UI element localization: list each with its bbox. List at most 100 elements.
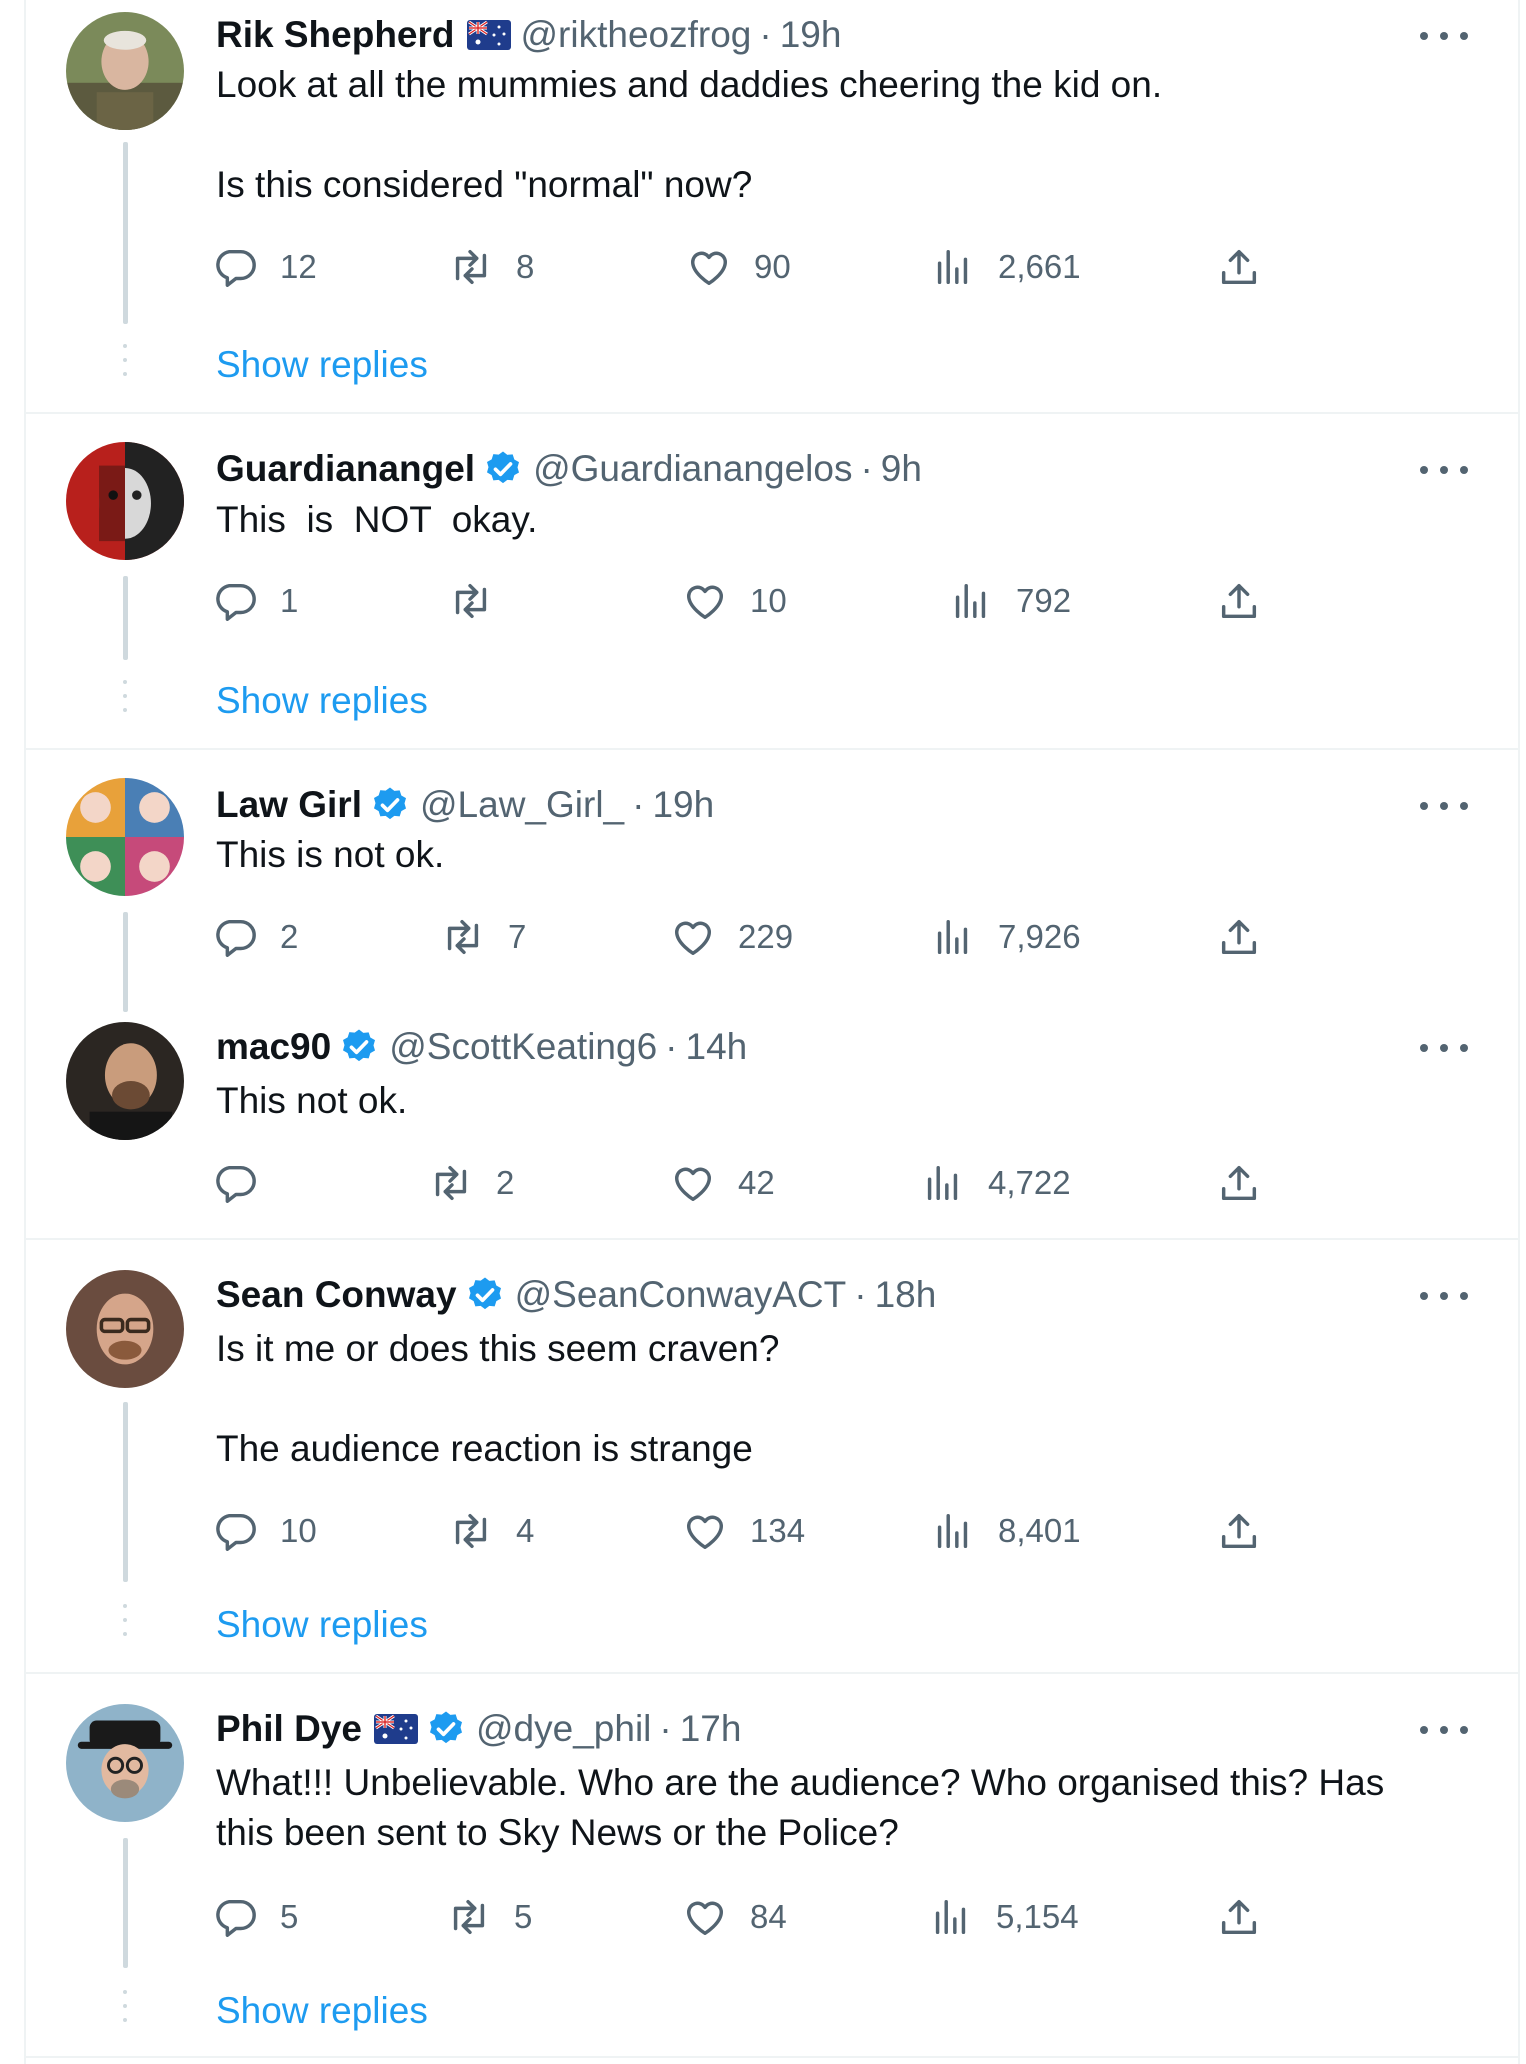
views-button[interactable]: 8,401 (930, 1506, 1081, 1556)
tweet-text: This not ok. (216, 1080, 408, 1121)
more-icon[interactable] (1420, 1038, 1468, 1058)
avatar[interactable] (66, 1704, 184, 1822)
avatar[interactable] (66, 1022, 184, 1140)
more-icon[interactable] (1420, 1720, 1468, 1740)
thread-line (123, 142, 128, 324)
action-bar: 2 7 229 7,926 (0, 912, 1526, 962)
user-handle[interactable]: @riktheozfrog (521, 14, 752, 56)
separator-dot: · (854, 1274, 867, 1315)
verified-badge-icon (487, 451, 520, 484)
action-bar: 12 8 90 2,661 (0, 242, 1526, 292)
timestamp[interactable]: 17h (680, 1708, 742, 1750)
share-button[interactable] (1216, 1892, 1262, 1942)
heart-icon (686, 1515, 724, 1550)
retweet-icon (447, 919, 479, 955)
views-icon (927, 1165, 958, 1201)
retweet-count: 4 (516, 1512, 535, 1549)
heart-icon (674, 1167, 712, 1202)
like-button[interactable]: 84 (682, 1892, 787, 1942)
heart-icon (690, 251, 728, 286)
avatar[interactable] (66, 778, 184, 896)
show-replies-link[interactable]: Show replies (216, 1986, 428, 2036)
reply-button[interactable]: 10 (212, 1506, 317, 1556)
display-name[interactable]: Sean Conway (216, 1274, 457, 1316)
timestamp[interactable]: 18h (875, 1274, 937, 1316)
more-icon[interactable] (1420, 1286, 1468, 1306)
reply-icon (216, 1513, 256, 1551)
avatar[interactable] (66, 442, 184, 560)
views-count: 2,661 (998, 248, 1081, 285)
timestamp[interactable]: 19h (652, 784, 714, 826)
views-icon (937, 919, 968, 955)
heart-icon (674, 921, 712, 956)
retweet-icon (435, 1165, 467, 1201)
user-handle[interactable]: @Law_Girl_ (420, 784, 624, 826)
heart-icon (686, 585, 724, 620)
action-bar: 5 5 84 5,154 (0, 1892, 1526, 1942)
retweet-button[interactable]: 5 (446, 1892, 532, 1942)
australian-flag-icon (374, 1714, 418, 1744)
share-button[interactable] (1216, 1158, 1262, 1208)
verified-badge-icon (468, 1277, 501, 1310)
more-icon[interactable] (1420, 460, 1468, 480)
share-button[interactable] (1216, 242, 1262, 292)
views-button[interactable]: 4,722 (920, 1158, 1071, 1208)
tweet-text: Look at all the mummies and daddies chee… (216, 64, 1163, 205)
share-button[interactable] (1216, 912, 1262, 962)
views-button[interactable]: 792 (948, 576, 1071, 626)
like-button[interactable]: 10 (682, 576, 787, 626)
tweet-header: Phil Dye @dye_phil · 17h (216, 1706, 741, 1752)
retweet-button[interactable]: 4 (448, 1506, 534, 1556)
user-handle[interactable]: @ScottKeating6 (389, 1026, 657, 1068)
reply-button[interactable] (212, 1158, 280, 1208)
show-replies-link[interactable]: Show replies (216, 676, 428, 726)
verified-badge-icon (373, 787, 406, 820)
display-name[interactable]: mac90 (216, 1026, 331, 1068)
display-name[interactable]: Rik Shepherd (216, 14, 455, 56)
reply-icon (216, 1899, 256, 1937)
views-button[interactable]: 2,661 (930, 242, 1081, 292)
reply-button[interactable]: 5 (212, 1892, 298, 1942)
reply-button[interactable]: 12 (212, 242, 317, 292)
reply-count: 2 (280, 918, 299, 955)
reply-button[interactable]: 2 (212, 912, 298, 962)
avatar[interactable] (66, 12, 184, 130)
retweet-button[interactable]: 8 (448, 242, 534, 292)
views-icon (937, 1513, 968, 1549)
views-button[interactable]: 5,154 (928, 1892, 1079, 1942)
reply-button[interactable]: 1 (212, 576, 298, 626)
user-handle[interactable]: @dye_phil (476, 1708, 651, 1750)
avatar[interactable] (66, 1270, 184, 1388)
display-name[interactable]: Phil Dye (216, 1708, 362, 1750)
views-button[interactable]: 7,926 (930, 912, 1081, 962)
show-replies-link[interactable]: Show replies (216, 340, 428, 390)
tweet-text: What!!! Unbelievable. Who are the audien… (216, 1762, 1385, 1853)
retweet-button[interactable] (448, 576, 516, 626)
timestamp[interactable]: 14h (686, 1026, 748, 1068)
show-replies-link[interactable]: Show replies (216, 1600, 428, 1650)
separator-dot: · (665, 1026, 678, 1067)
more-icon[interactable] (1420, 26, 1468, 46)
timestamp[interactable]: 19h (780, 14, 842, 56)
timestamp[interactable]: 9h (881, 448, 922, 490)
display-name[interactable]: Law Girl (216, 784, 362, 826)
user-handle[interactable]: @SeanConwayACT (515, 1274, 847, 1316)
like-button[interactable]: 90 (686, 242, 791, 292)
display-name[interactable]: Guardianangel (216, 448, 475, 490)
views-icon (937, 249, 968, 285)
views-count: 4,722 (988, 1164, 1071, 1201)
retweet-button[interactable]: 2 (428, 1158, 514, 1208)
retweet-button[interactable]: 7 (440, 912, 526, 962)
more-icon[interactable] (1420, 796, 1468, 816)
reply-count: 5 (280, 1898, 299, 1935)
like-button[interactable]: 229 (670, 912, 793, 962)
views-count: 792 (1016, 582, 1072, 619)
like-button[interactable]: 134 (682, 1506, 805, 1556)
divider (24, 412, 1520, 414)
share-button[interactable] (1216, 576, 1262, 626)
reply-count: 12 (280, 248, 317, 285)
like-count: 84 (750, 1898, 787, 1935)
like-button[interactable]: 42 (670, 1158, 775, 1208)
user-handle[interactable]: @Guardianangelos (533, 448, 852, 490)
share-button[interactable] (1216, 1506, 1262, 1556)
